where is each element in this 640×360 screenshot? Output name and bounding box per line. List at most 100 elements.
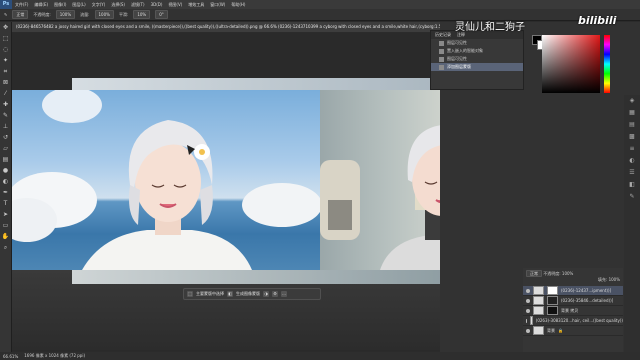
zoom-icon[interactable]: ⌕ bbox=[0, 242, 11, 253]
mask-thumbnail bbox=[547, 306, 558, 315]
visibility-icon[interactable] bbox=[526, 298, 530, 303]
visibility-icon[interactable] bbox=[526, 288, 530, 293]
document-tab-bar: (0236)-846576482 a jossy haired girl wit… bbox=[12, 22, 440, 32]
menu-help[interactable]: 帮助(H) bbox=[228, 2, 248, 8]
menu-select[interactable]: 选择(S) bbox=[108, 2, 128, 8]
type-icon[interactable]: T bbox=[0, 198, 11, 209]
canvas-area[interactable] bbox=[12, 33, 440, 351]
mask-icon[interactable]: ◧ bbox=[227, 291, 233, 297]
angle-field[interactable]: 0° bbox=[155, 10, 168, 19]
path-select-icon[interactable]: ➤ bbox=[0, 209, 11, 220]
tools-panel: ✥ ⬚ ◌ ✦ ⌗ ⊠ ⁄ ✚ ✎ ⊥ ↺ ▱ ▤ ● ◐ ✒ T ➤ ▭ ✋ … bbox=[0, 22, 12, 352]
layer-opacity-field[interactable]: 100% bbox=[562, 271, 573, 276]
swatches-icon[interactable]: ▦ bbox=[624, 107, 640, 119]
stamp-icon[interactable]: ⊥ bbox=[0, 121, 11, 132]
color-field[interactable] bbox=[542, 35, 600, 93]
lasso-icon[interactable]: ◌ bbox=[0, 44, 11, 55]
heal-icon[interactable]: ✚ bbox=[0, 99, 11, 110]
layer-fill-field[interactable]: 100% bbox=[609, 277, 620, 282]
history-step-icon bbox=[439, 40, 444, 46]
photoshop-logo: Ps bbox=[0, 0, 12, 9]
patterns-icon[interactable]: ▩ bbox=[624, 131, 640, 143]
layer-name: (0263)-3083120...hair, ceil...((best qua… bbox=[535, 318, 623, 323]
menu-window[interactable]: 窗口(W) bbox=[207, 2, 228, 8]
menu-3d[interactable]: 3D(D) bbox=[148, 2, 166, 7]
eraser-icon[interactable]: ▱ bbox=[0, 143, 11, 154]
history-step-icon bbox=[439, 64, 444, 70]
hand-icon[interactable]: ✋ bbox=[0, 231, 11, 242]
document-size: 1696 像素 x 1024 像素 (72 ppi) bbox=[24, 353, 86, 358]
layer-opacity-label: 不透明度: bbox=[543, 271, 561, 276]
layer-row[interactable]: (0236)-35846...detailed))] bbox=[523, 296, 623, 306]
crop-icon[interactable]: ⌗ bbox=[0, 66, 11, 77]
flow-label: 流量: bbox=[80, 11, 90, 17]
zoom-level[interactable]: 66.61% bbox=[3, 354, 18, 359]
history-brush-icon[interactable]: ↺ bbox=[0, 132, 11, 143]
layer-row[interactable]: 背景 拷贝 bbox=[523, 306, 623, 316]
layers-panel-header: 正常 不透明度: 100% 填充: 100% bbox=[523, 268, 623, 286]
marquee-icon[interactable]: ⬚ bbox=[0, 33, 11, 44]
history-panel: 历史记录 注释 图层可见性 置入嵌入的智能对象 图层可见性 添加图层蒙版 bbox=[430, 30, 524, 90]
history-step-icon bbox=[439, 56, 444, 62]
blur-icon[interactable]: ● bbox=[0, 165, 11, 176]
tab-history[interactable]: 历史记录 bbox=[435, 32, 451, 38]
color-icon[interactable]: ◈ bbox=[624, 95, 640, 107]
ghost-image-top bbox=[72, 78, 440, 90]
history-item-label: 添加图层蒙版 bbox=[447, 64, 471, 69]
visibility-icon[interactable] bbox=[526, 318, 527, 323]
layers-panel: 正常 不透明度: 100% 填充: 100% (0236)-12437...ip… bbox=[523, 268, 623, 352]
brush-icon[interactable]: ✎ bbox=[0, 110, 11, 121]
gradients-icon[interactable]: ▤ bbox=[624, 119, 640, 131]
history-item[interactable]: 置入嵌入的智能对象 bbox=[431, 47, 523, 55]
smooth-field[interactable]: 10% bbox=[133, 10, 151, 19]
menu-edit[interactable]: 编辑(E) bbox=[31, 2, 51, 8]
menu-plugins[interactable]: 增效工具 bbox=[185, 2, 207, 8]
gradient-icon[interactable]: ▤ bbox=[0, 154, 11, 165]
libraries-icon[interactable]: ☰ bbox=[624, 167, 640, 179]
layer-row[interactable]: (0236)-12437...ipment))] bbox=[523, 286, 623, 296]
select-in-mask-button[interactable]: 主要蒙版中选择 bbox=[196, 291, 224, 297]
frame-icon[interactable]: ⊠ bbox=[0, 77, 11, 88]
hue-slider[interactable] bbox=[604, 35, 610, 93]
layer-name: (0236)-35846...detailed))] bbox=[561, 298, 614, 303]
menu-file[interactable]: 文件(F) bbox=[12, 2, 31, 8]
menu-type[interactable]: 文字(Y) bbox=[89, 2, 109, 8]
layer-row[interactable]: (0263)-3083120...hair, ceil...((best qua… bbox=[523, 316, 623, 326]
settings-icon[interactable]: ⚙ bbox=[272, 291, 278, 297]
document-tab[interactable]: (0236)-846576482 a jossy haired girl wit… bbox=[12, 22, 440, 32]
invert-icon[interactable]: ◑ bbox=[263, 291, 269, 297]
select-subject-icon[interactable]: ⬚ bbox=[187, 291, 193, 297]
history-item[interactable]: 图层可见性 bbox=[431, 39, 523, 47]
menu-bar: Ps 文件(F) 编辑(E) 图像(I) 图层(L) 文字(Y) 选择(S) 滤… bbox=[0, 0, 640, 9]
history-item-selected[interactable]: 添加图层蒙版 bbox=[431, 63, 523, 71]
brush-tool-icon[interactable]: ✎ bbox=[4, 12, 7, 17]
menu-filter[interactable]: 滤镜(T) bbox=[128, 2, 148, 8]
flow-field[interactable]: 100% bbox=[94, 10, 114, 19]
panel-icon-strip: ◈ ▦ ▤ ▩ ≡ ◐ ☰ ◧ ✎ bbox=[624, 95, 640, 352]
quick-select-icon[interactable]: ✦ bbox=[0, 55, 11, 66]
more-icon[interactable]: … bbox=[281, 291, 287, 297]
blend-mode-dropdown[interactable]: 正常 bbox=[526, 270, 542, 277]
shape-icon[interactable]: ▭ bbox=[0, 220, 11, 231]
menu-view[interactable]: 视图(V) bbox=[165, 2, 185, 8]
bilibili-logo: bilibili bbox=[578, 14, 617, 27]
pen-icon[interactable]: ✒ bbox=[0, 187, 11, 198]
mode-dropdown[interactable]: 正常 bbox=[12, 10, 29, 19]
properties-icon[interactable]: ≡ bbox=[624, 143, 640, 155]
paths-icon[interactable]: ✎ bbox=[624, 191, 640, 203]
layer-thumbnail bbox=[529, 316, 533, 325]
menu-layer[interactable]: 图层(L) bbox=[69, 2, 88, 8]
visibility-icon[interactable] bbox=[526, 308, 530, 313]
history-step-icon bbox=[439, 48, 444, 54]
eyedropper-icon[interactable]: ⁄ bbox=[0, 88, 11, 99]
adjustments-icon[interactable]: ◐ bbox=[624, 155, 640, 167]
visibility-icon[interactable] bbox=[526, 328, 530, 333]
history-item[interactable]: 图层可见性 bbox=[431, 55, 523, 63]
dodge-icon[interactable]: ◐ bbox=[0, 176, 11, 187]
generate-mask-button[interactable]: 生成图像蒙版 bbox=[236, 291, 260, 297]
channels-icon[interactable]: ◧ bbox=[624, 179, 640, 191]
layer-row[interactable]: 背景 🔒 bbox=[523, 326, 623, 336]
menu-image[interactable]: 图像(I) bbox=[51, 2, 69, 8]
opacity-field[interactable]: 100% bbox=[55, 10, 76, 19]
move-icon[interactable]: ✥ bbox=[0, 22, 11, 33]
